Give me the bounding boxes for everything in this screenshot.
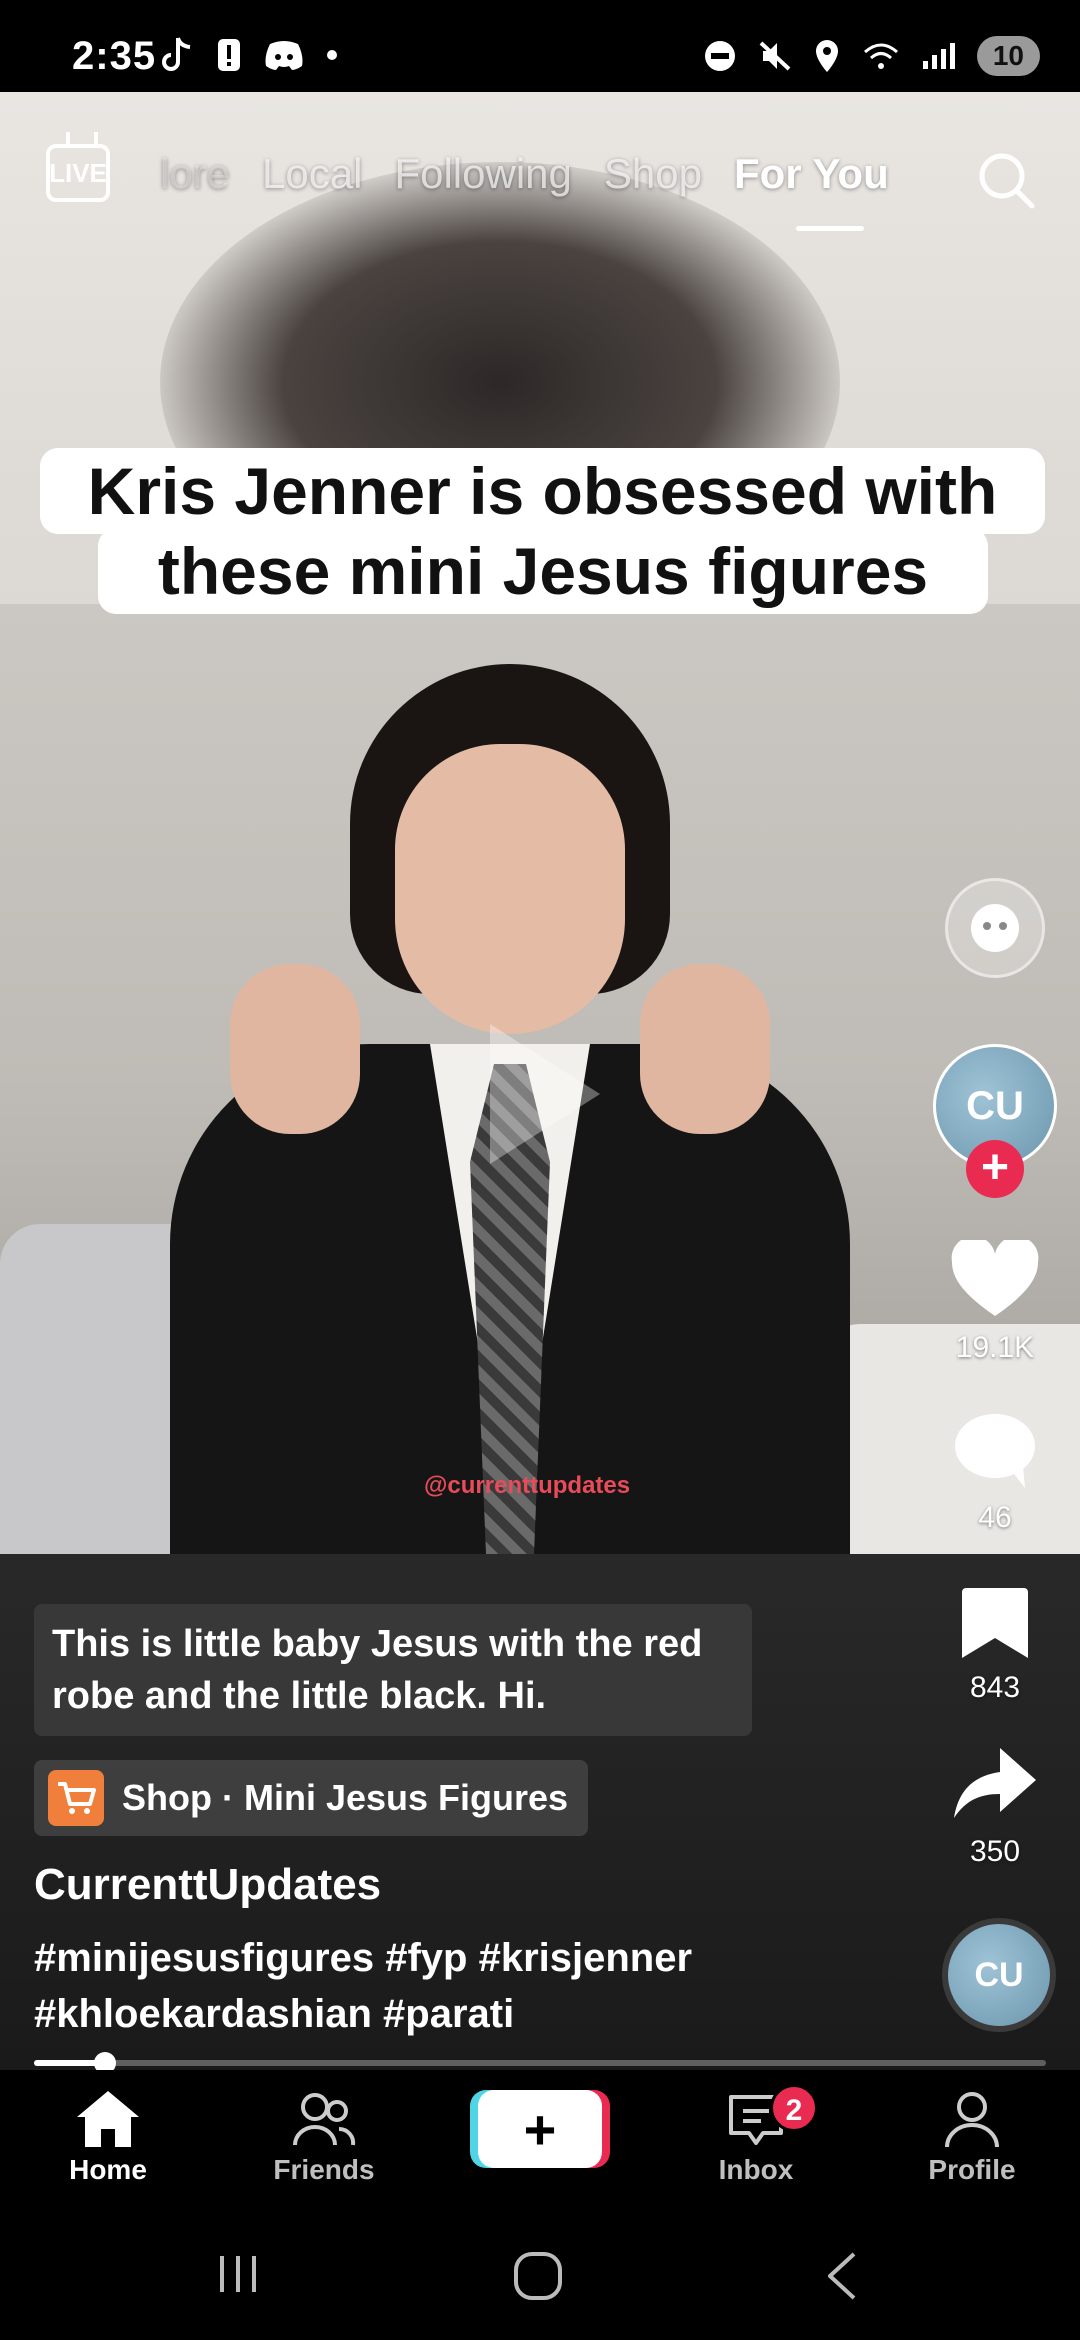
like-group: 19.1K [940, 1236, 1050, 1365]
follow-button[interactable]: + [966, 1140, 1024, 1198]
system-navigation [0, 2210, 1080, 2340]
video-watermark: @currenttupdates [424, 1472, 631, 1499]
tab-following[interactable]: Following [394, 150, 571, 198]
ai-chat-button[interactable] [940, 878, 1050, 978]
tab-explore[interactable]: lore [160, 150, 230, 198]
nav-profile[interactable]: Profile [892, 2084, 1052, 2186]
signal-icon [922, 43, 955, 69]
battery-indicator: 10 [976, 36, 1040, 76]
system-icons: 10 [703, 36, 1040, 76]
tab-shop[interactable]: Shop [604, 150, 702, 198]
active-tab-indicator [796, 226, 864, 231]
person-face [395, 744, 625, 1034]
sofa [0, 1224, 180, 1554]
status-time: 2:35 [72, 34, 157, 78]
bookmark-group: 843 [940, 1584, 1050, 1705]
back-icon[interactable] [822, 2250, 862, 2302]
person-hand [230, 964, 360, 1134]
person-hand [640, 964, 770, 1134]
share-icon[interactable] [950, 1744, 1040, 1824]
tiktok-notification-icon [162, 37, 191, 71]
heart-icon[interactable] [950, 1236, 1040, 1320]
caption-line: Kris Jenner is obsessed with [40, 448, 1045, 534]
notification-icons [160, 36, 338, 74]
video-progress-bar[interactable] [34, 2052, 1046, 2074]
home-system-icon[interactable] [512, 2250, 564, 2302]
status-bar: 2:35 10 [0, 0, 1080, 92]
share-count: 350 [969, 1835, 1021, 1868]
recent-apps-icon[interactable] [214, 2250, 262, 2298]
feed-tabs: lore Local Following Shop For You [160, 150, 889, 198]
like-count: 19.1K [955, 1331, 1035, 1364]
do-not-disturb-icon [704, 41, 735, 71]
tab-for-you[interactable]: For You [734, 150, 889, 198]
inbox-badge: 2 [770, 2084, 818, 2132]
creator-username[interactable]: CurrenttUpdates [34, 1860, 381, 1910]
search-icon[interactable] [974, 148, 1038, 212]
creator-avatar-group: CU + [933, 1044, 1057, 1198]
shop-anchor[interactable]: Shop · Mini Jesus Figures [34, 1760, 589, 1836]
nav-home-label: Home [69, 2154, 147, 2185]
video-subtitle: This is little baby Jesus with the red r… [34, 1604, 752, 1736]
comment-icon[interactable] [951, 1410, 1039, 1490]
create-button[interactable]: + [478, 2090, 602, 2168]
bookmark-count: 843 [969, 1671, 1021, 1704]
comment-count: 46 [978, 1501, 1012, 1534]
profile-icon [945, 2092, 999, 2148]
wifi-icon [863, 43, 898, 69]
caption-line: these mini Jesus figures [98, 528, 988, 614]
nav-profile-label: Profile [928, 2154, 1016, 2185]
ai-chat-icon[interactable] [945, 878, 1045, 978]
location-icon [815, 40, 838, 72]
alert-icon [218, 39, 240, 71]
video-caption: Kris Jenner is obsessed with these mini … [40, 448, 1045, 614]
nav-friends[interactable]: Friends [244, 2084, 404, 2186]
shop-product-name: Mini Jesus Figures [243, 1777, 569, 1818]
video-frame: @currenttupdates [0, 604, 1080, 1554]
music-disc[interactable]: CU [942, 1918, 1056, 2032]
nav-inbox[interactable]: Inbox 2 [676, 2084, 836, 2186]
home-icon [77, 2091, 139, 2147]
mute-icon [759, 41, 791, 71]
video-hashtags[interactable]: #minijesusfigures #fyp #krisjenner #khlo… [34, 1930, 914, 2042]
bottom-nav: Home Friends + Inbox 2 Profile [0, 2070, 1080, 2210]
nav-inbox-label: Inbox [718, 2154, 794, 2185]
play-icon [490, 1024, 600, 1164]
tab-local[interactable]: Local [262, 150, 362, 198]
bookmark-icon[interactable] [960, 1584, 1030, 1660]
shop-label: Shop [122, 1777, 212, 1818]
top-nav: LIVE lore Local Following Shop For You [0, 140, 1080, 240]
discord-icon [265, 41, 303, 70]
share-group: 350 [940, 1744, 1050, 1869]
dot-icon [327, 50, 337, 60]
shop-separator: · [221, 1777, 234, 1818]
nav-friends-label: Friends [273, 2154, 375, 2185]
live-icon[interactable]: LIVE [46, 144, 110, 202]
comment-group: 46 [940, 1410, 1050, 1535]
friends-icon [293, 2093, 356, 2146]
nav-home[interactable]: Home [28, 2084, 188, 2186]
shopping-cart-icon [48, 1770, 104, 1826]
